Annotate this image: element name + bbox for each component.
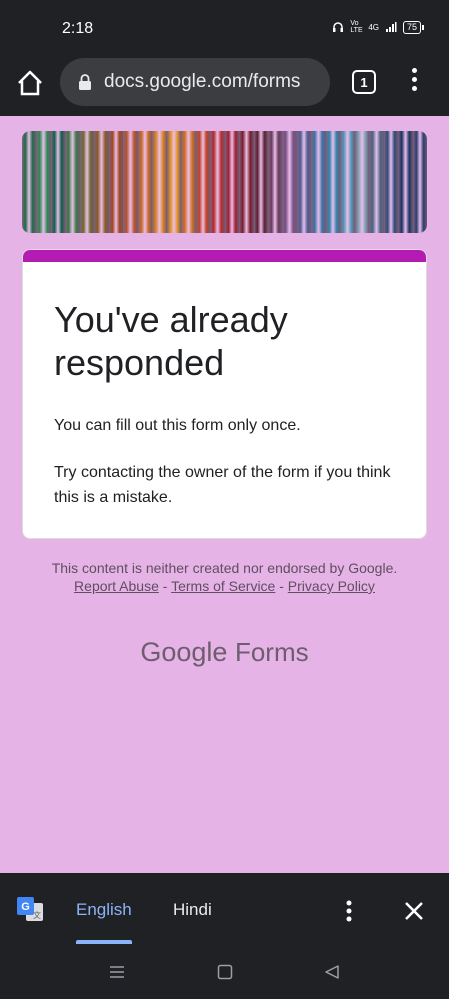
yarn-thread bbox=[224, 131, 240, 233]
recents-menu-icon[interactable] bbox=[108, 963, 126, 981]
footer-separator: - bbox=[279, 578, 284, 594]
google-forms-logo[interactable]: Google Forms bbox=[0, 637, 449, 668]
back-triangle-icon[interactable] bbox=[323, 963, 341, 981]
browser-menu-icon[interactable] bbox=[405, 68, 423, 96]
yarn-thread bbox=[50, 131, 66, 233]
url-bar[interactable]: docs.google.com/forms bbox=[60, 58, 330, 106]
yarn-thread bbox=[325, 131, 341, 233]
yarn-thread bbox=[210, 131, 225, 233]
yarn-thread bbox=[354, 131, 370, 233]
battery-icon: 75 bbox=[402, 20, 425, 34]
network-label: 4G bbox=[368, 22, 379, 32]
language-tab-hindi[interactable]: Hindi bbox=[173, 900, 212, 920]
yarn-thread bbox=[181, 131, 196, 233]
home-icon[interactable] bbox=[15, 68, 45, 98]
status-time: 2:18 bbox=[62, 20, 94, 37]
footer-separator: - bbox=[162, 578, 168, 594]
yarn-thread bbox=[253, 131, 268, 233]
yarn-thread bbox=[137, 131, 153, 233]
svg-text:G: G bbox=[21, 901, 30, 913]
page-title: You've already responded bbox=[54, 299, 288, 383]
privacy-policy-link[interactable]: Privacy Policy bbox=[288, 578, 375, 594]
yarn-thread bbox=[22, 131, 37, 233]
yarn-thread bbox=[123, 131, 138, 233]
response-card: You've already responded You can fill ou… bbox=[22, 249, 427, 539]
terms-of-service-link[interactable]: Terms of Service bbox=[171, 578, 275, 594]
active-tab-indicator bbox=[76, 940, 132, 944]
signal-icon bbox=[385, 22, 397, 32]
translate-menu-icon[interactable] bbox=[343, 899, 355, 923]
yarn-thread bbox=[369, 131, 384, 233]
close-icon[interactable] bbox=[403, 900, 425, 922]
yarn-thread bbox=[311, 131, 326, 233]
logo-forms: Forms bbox=[234, 637, 309, 667]
card-message: You can fill out this form only once. bbox=[54, 417, 301, 434]
yarn-thread bbox=[195, 131, 211, 233]
headphones-icon bbox=[333, 22, 344, 32]
volte-label: Vo LTE bbox=[350, 20, 363, 34]
svg-text:文: 文 bbox=[33, 910, 41, 920]
report-abuse-link[interactable]: Report Abuse bbox=[74, 578, 159, 594]
yarn-thread bbox=[166, 131, 182, 233]
lock-icon bbox=[79, 74, 91, 90]
yarn-thread bbox=[412, 131, 427, 233]
status-icons: Vo LTE 4G 75 bbox=[332, 20, 425, 34]
yarn-thread bbox=[398, 131, 413, 233]
translate-bar: G 文 English Hindi bbox=[0, 873, 449, 945]
language-tab-english[interactable]: English bbox=[76, 900, 132, 920]
yarn-thread bbox=[65, 131, 80, 233]
system-nav-bar bbox=[0, 945, 449, 999]
browser-toolbar: docs.google.com/forms 1 bbox=[0, 58, 449, 116]
yarn-thread bbox=[239, 131, 254, 233]
card-hint: Try contacting the owner of the form if … bbox=[54, 464, 391, 506]
status-bar: 2:18 Vo LTE 4G 75 bbox=[0, 0, 449, 58]
home-square-icon[interactable] bbox=[216, 963, 234, 981]
yarn-thread bbox=[152, 131, 167, 233]
form-header-image bbox=[22, 131, 427, 233]
url-text: docs.google.com/forms bbox=[104, 71, 301, 92]
google-translate-icon: G 文 bbox=[17, 897, 43, 921]
yarn-thread bbox=[267, 131, 283, 233]
card-accent-bar bbox=[23, 250, 426, 262]
yarn-thread bbox=[282, 131, 297, 233]
logo-google: Google bbox=[140, 637, 228, 667]
yarn-thread bbox=[340, 131, 355, 233]
yarn-thread bbox=[108, 131, 124, 233]
disclaimer-text: This content is neither created nor endo… bbox=[51, 560, 398, 576]
disclaimer-footer: This content is neither created nor endo… bbox=[40, 559, 409, 595]
yarn-thread bbox=[383, 131, 399, 233]
yarn-thread bbox=[36, 131, 51, 233]
yarn-thread bbox=[296, 131, 312, 233]
tab-switcher-button[interactable]: 1 bbox=[352, 70, 376, 94]
yarn-thread bbox=[79, 131, 95, 233]
yarn-thread bbox=[94, 131, 109, 233]
